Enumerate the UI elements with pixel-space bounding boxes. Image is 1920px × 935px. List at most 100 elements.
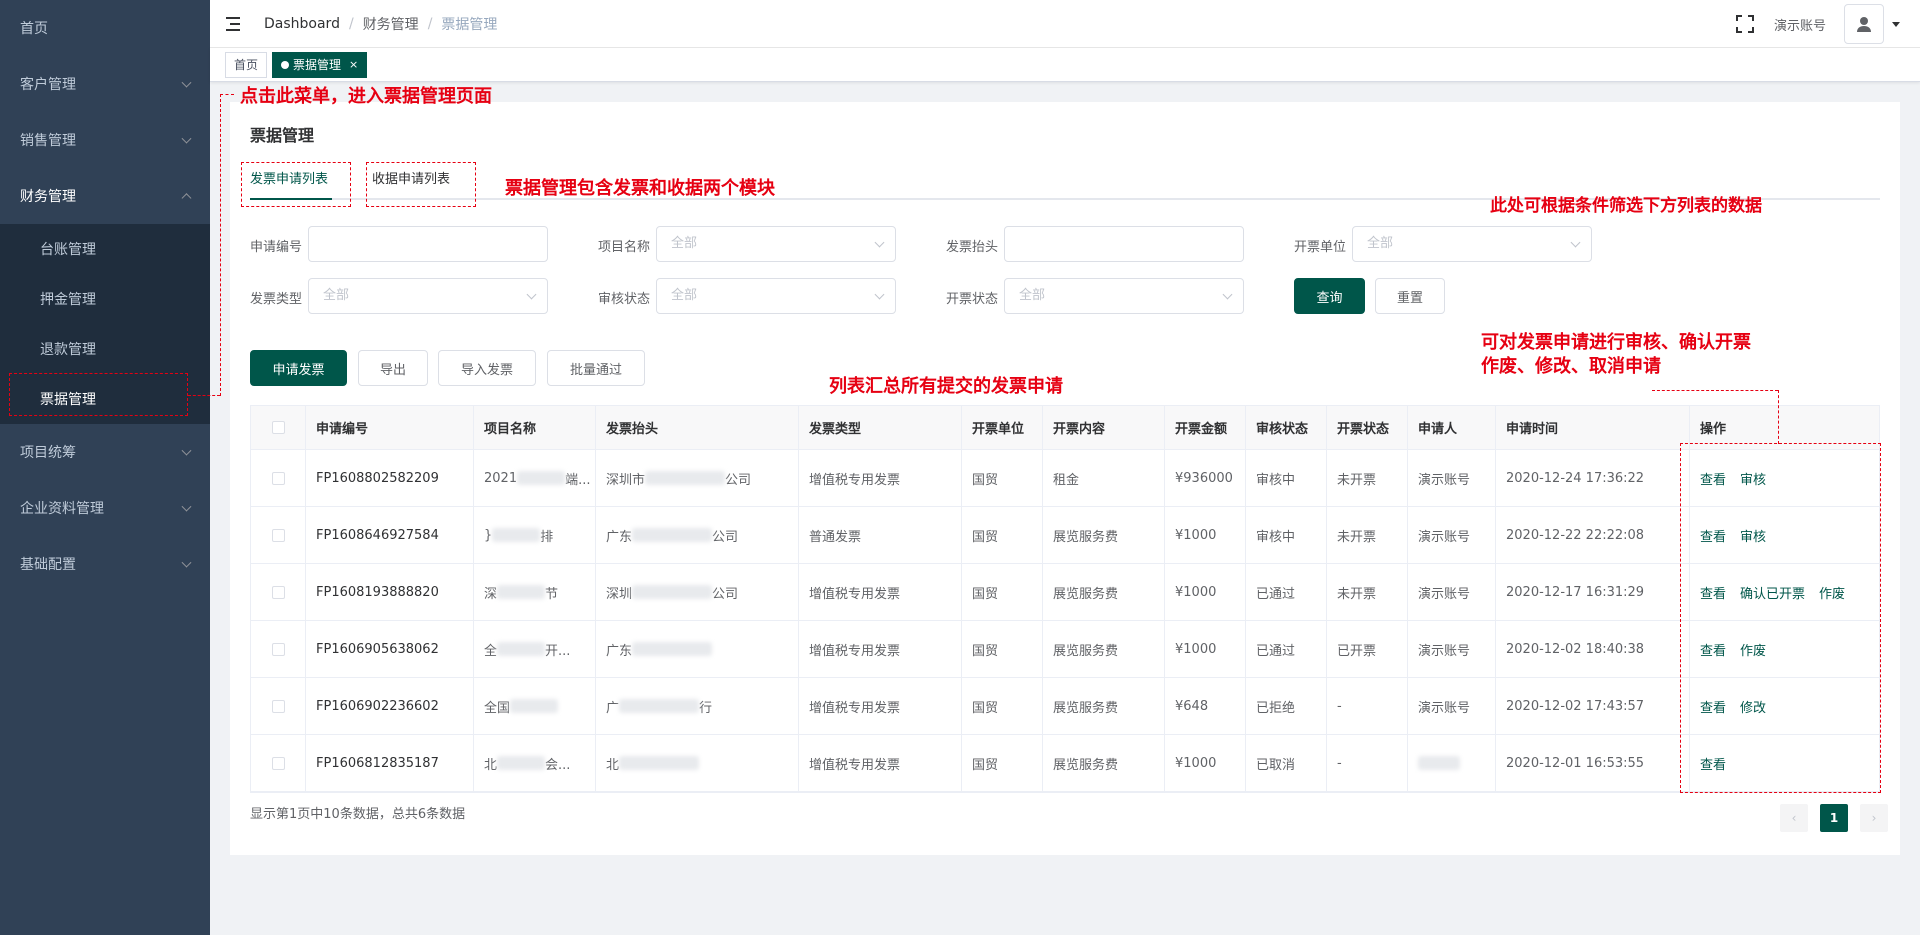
amount-text: ¥1000 [1175,755,1217,771]
cell-content: 展览服务费 [1043,735,1165,791]
annotation-tabs-note: 票据管理包含发票和收据两个模块 [505,178,775,199]
batch-approve-button[interactable]: 批量通过 [547,350,645,386]
sidebar-item-enterprise[interactable]: 企业资料管理 [0,480,210,536]
prev-page-button[interactable]: ‹ [1780,804,1808,832]
table-row: FP1608193888820 深节深圳 公司 增值税专用发票 国贸 展览服务费 ¥1000… [251,564,1879,621]
row-checkbox[interactable] [271,528,285,542]
page-1-button[interactable]: 1 [1820,804,1848,832]
caret-down-icon[interactable] [1892,21,1900,27]
project-text: 北 [484,757,498,773]
avatar[interactable] [1844,4,1884,44]
cell-invoice-status: 未开票 [1327,507,1408,563]
page-title: 票据管理 [250,126,315,145]
annotation-menu-note: 点击此菜单，进入票据管理页面 [240,86,492,107]
amount-text: ¥936000 [1175,470,1233,486]
invoice-type-select[interactable]: 全部 [308,278,548,314]
cell-apply-time: 2020-12-22 22:22:08 [1496,507,1690,563]
row-checkbox[interactable] [271,756,285,770]
sidebar-item-config[interactable]: 基础配置 [0,536,210,592]
row-checkbox[interactable] [271,699,285,713]
cell-invoice-header: 广行 [596,678,799,734]
chevron-down-icon [181,445,192,456]
cell-apply-no: FP1608802582209 [306,450,474,506]
audit-status-select[interactable]: 全部 [656,278,896,314]
column-header: 开票状态 [1327,406,1408,449]
cell-audit-status: 已通过 [1246,564,1327,620]
sidebar-item-projects[interactable]: 项目统筹 [0,424,210,480]
apply-invoice-button[interactable]: 申请发票 [250,350,347,386]
cell-invoice-status: - [1327,678,1408,734]
type-text: 增值税专用发票 [809,472,901,488]
checkbox-cell [251,564,306,620]
annotation-line [1652,390,1778,391]
next-page-button[interactable]: › [1860,804,1888,832]
type-text: 增值税专用发票 [809,700,901,716]
annotation-line [188,395,220,396]
table-body: FP1608802582209 2021 端... 深圳市 公司 增值税专用发票 国贸 租金 ¥… [251,450,1879,792]
cell-invoice-type: 普通发票 [799,507,962,563]
cell-invoice-status: - [1327,735,1408,791]
project-text: 节 [545,586,559,602]
project-select[interactable]: 全部 [656,226,896,262]
content-text: 展览服务费 [1053,643,1119,659]
label-issuer: 开票单位 [1294,240,1347,255]
project-text: 开... [545,643,571,659]
navbar: Dashboard / 财务管理 / 票据管理 演示账号 [210,0,1920,48]
row-checkbox[interactable] [271,471,285,485]
breadcrumb-dashboard[interactable]: Dashboard [264,16,340,32]
unit-text: 国贸 [972,586,999,602]
sidebar-item-label: 客户管理 [20,77,76,93]
sidebar-item-customers[interactable]: 客户管理 [0,56,210,112]
audit-status-text: 审核中 [1256,472,1296,488]
chevron-down-icon [181,77,192,88]
reset-button[interactable]: 重置 [1375,278,1445,314]
invoice-header-input[interactable] [1004,226,1244,262]
annotation-box-tab-invoice [241,162,351,207]
sidebar-subitem-deposit[interactable]: 押金管理 [0,274,210,324]
unit-text: 国贸 [972,472,999,488]
label-invoice-status: 开票状态 [946,292,999,307]
row-checkbox[interactable] [271,585,285,599]
menu-toggle-icon[interactable] [226,14,246,34]
select-all-checkbox[interactable] [271,421,285,434]
annotation-box-operations [1680,443,1881,793]
table-row: FP1606902236602 全国广行增值税专用发票 国贸 展览服务费 ¥648 已拒绝… [251,678,1879,735]
active-dot-icon [281,60,290,69]
tag-home[interactable]: 首页 [225,51,268,78]
fullscreen-icon[interactable] [1735,15,1754,33]
cell-invoice-header: 北 [596,735,799,791]
invoice-status-text: 已开票 [1337,643,1377,659]
apply-no-text: FP1606902236602 [316,698,439,714]
cell-invoice-header: 广东 公司 [596,507,799,563]
chevron-up-icon [181,193,192,204]
redacted-block [619,699,700,713]
sidebar-subitem-ledger[interactable]: 台账管理 [0,224,210,274]
column-header: 审核状态 [1246,406,1327,449]
sidebar-item-finance[interactable]: 财务管理 [0,168,210,224]
sidebar-item-home[interactable]: 首页 [0,0,210,56]
header-text: 深圳 [606,586,633,602]
invoice-status-text: 未开票 [1337,529,1377,545]
close-icon[interactable]: × [349,53,358,77]
pagination-info: 显示第1页中10条数据，总共6条数据 [250,807,466,822]
export-button[interactable]: 导出 [358,350,428,386]
sidebar-subitem-refund[interactable]: 退款管理 [0,324,210,374]
apply-no-input[interactable] [308,226,548,262]
row-checkbox[interactable] [271,642,285,656]
query-button[interactable]: 查询 [1294,278,1365,314]
issuer-select[interactable]: 全部 [1352,226,1592,262]
annotation-box-menu [9,373,188,416]
header-text: 深圳市 [606,472,646,488]
invoice-status-select[interactable]: 全部 [1004,278,1244,314]
sidebar-item-label: 企业资料管理 [20,501,104,517]
sidebar-item-sales[interactable]: 销售管理 [0,112,210,168]
unit-text: 国贸 [972,700,999,716]
checkbox-cell [251,621,306,677]
chevron-down-icon [181,557,192,568]
apply-no-text: FP1606812835187 [316,755,439,771]
tag-invoice-management[interactable]: 票据管理 × [272,51,368,78]
unit-text: 国贸 [972,757,999,773]
cell-project: 全 开... [474,621,596,677]
import-invoice-button[interactable]: 导入发票 [438,350,536,386]
redacted-block [497,756,546,770]
